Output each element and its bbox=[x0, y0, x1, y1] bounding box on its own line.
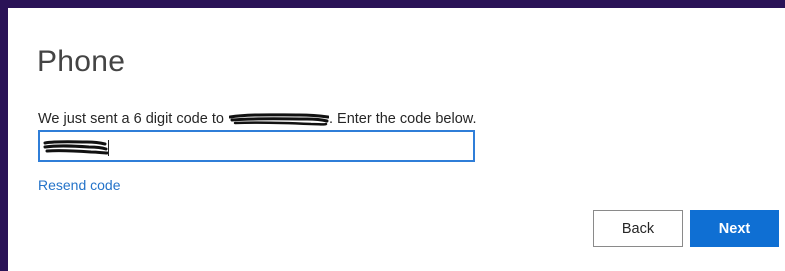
verification-card: Phone We just sent a 6 digit code to . E… bbox=[8, 8, 785, 271]
message-suffix: . Enter the code below. bbox=[328, 111, 477, 127]
page-title: Phone bbox=[37, 45, 126, 78]
redaction-scribble-icon bbox=[228, 113, 329, 126]
redacted-phone-number bbox=[228, 112, 329, 126]
resend-code-link[interactable]: Resend code bbox=[38, 177, 121, 193]
verification-code-input[interactable] bbox=[38, 130, 475, 162]
next-button[interactable]: Next bbox=[690, 210, 779, 247]
code-sent-message: We just sent a 6 digit code to . Enter t… bbox=[38, 111, 476, 127]
redaction-scribble-icon bbox=[43, 140, 109, 155]
message-prefix: We just sent a 6 digit code to bbox=[38, 111, 224, 127]
back-button[interactable]: Back bbox=[593, 210, 683, 247]
text-caret bbox=[108, 140, 109, 156]
